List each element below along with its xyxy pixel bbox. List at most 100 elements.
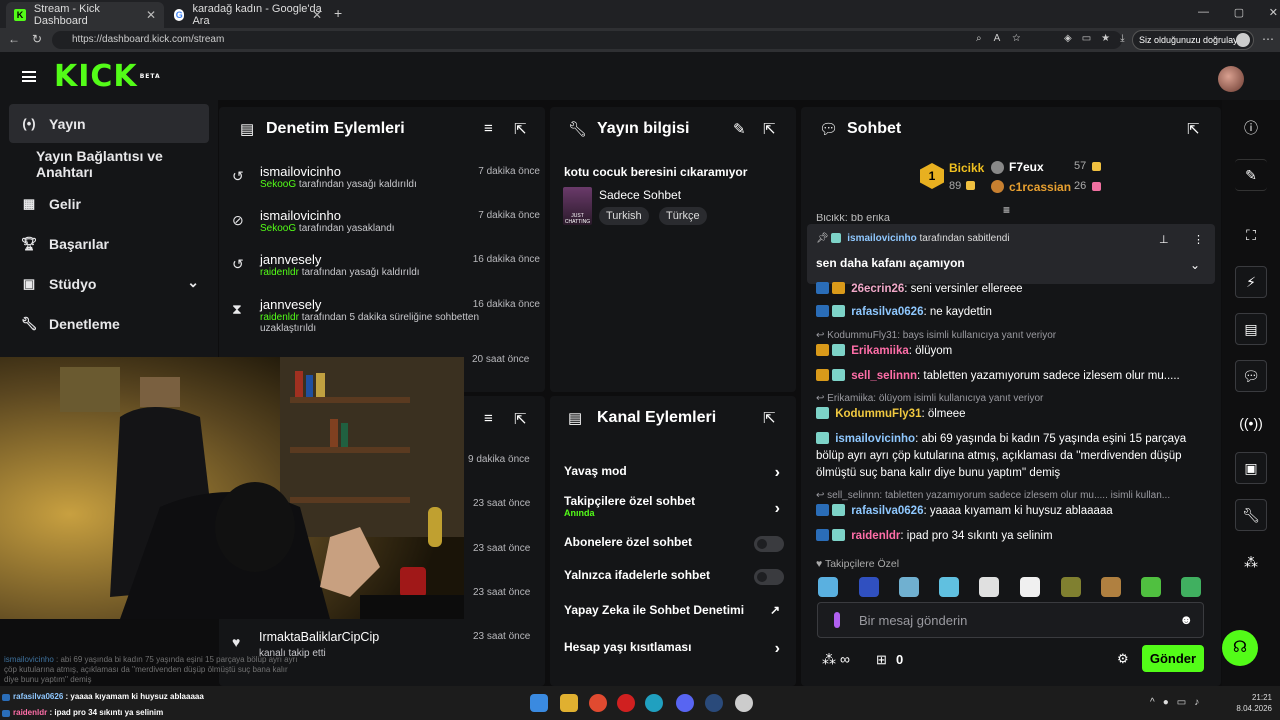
emote-icon[interactable] (818, 577, 838, 597)
pinned-by[interactable]: ismailovicinho (847, 233, 916, 244)
reload-icon[interactable]: ↻ (32, 32, 42, 46)
leader-name[interactable]: Bicikk (949, 161, 984, 175)
sidebar-item-gelir[interactable]: ▦ Gelir (9, 184, 209, 223)
split-screen-icon[interactable]: ▭ (1082, 33, 1101, 44)
mod-actor[interactable]: SekooG (260, 223, 296, 234)
emote-icon[interactable] (1101, 577, 1121, 597)
discord-icon[interactable] (676, 694, 694, 712)
expand-pinned-icon[interactable]: ⌄ (1190, 258, 1200, 272)
popout-icon[interactable]: ⇱ (763, 120, 776, 138)
chrome-icon[interactable] (589, 694, 607, 712)
unpin-icon[interactable]: ⊥ (1159, 233, 1169, 246)
more-apps-icon[interactable]: ⁂ (1235, 546, 1267, 578)
event-user[interactable]: IrmaktaBaliklarCipCip (259, 630, 379, 644)
emote-icon[interactable] (1141, 577, 1161, 597)
info-icon[interactable]: ⓘ (1235, 112, 1267, 144)
browser-tab-kick[interactable]: K Stream - Kick Dashboard ✕ (6, 2, 164, 28)
slow-mode-row[interactable]: Yavaş mod › (564, 464, 784, 484)
close-window-icon[interactable]: ✕ (1269, 6, 1278, 19)
sidebar-item-denetleme[interactable]: 🔧︎ Denetleme (9, 304, 209, 343)
gift-box-icon[interactable]: ⊞ (876, 652, 887, 668)
subscribers-only-toggle[interactable] (754, 536, 784, 552)
edit-pencil-icon[interactable]: ✎ (1235, 159, 1267, 191)
new-tab-icon[interactable]: + (334, 5, 342, 21)
sidebar-item-studyo[interactable]: ▣ Stüdyo ⌄ (9, 264, 209, 303)
chat-username[interactable]: rafasilva0626 (851, 306, 923, 318)
mod-actor[interactable]: raidenldr (260, 267, 299, 278)
emote-icon[interactable] (899, 577, 919, 597)
chat-username[interactable]: sell_selinnn (851, 370, 917, 382)
close-tab-icon[interactable]: ✕ (146, 8, 156, 22)
mod-actor[interactable]: raidenldr (260, 312, 299, 323)
emote-icon[interactable] (979, 577, 999, 597)
emotes-only-toggle[interactable] (754, 569, 784, 585)
kick-logo[interactable]: KICK BETA (54, 62, 161, 92)
edge-icon[interactable] (645, 694, 663, 712)
lightning-icon[interactable]: ⚡︎ (1235, 266, 1267, 298)
chat-bubble-icon[interactable]: 💬︎ (1235, 360, 1267, 392)
chat-username[interactable]: Erikamiika (851, 345, 909, 357)
maximize-icon[interactable]: ▢ (1234, 6, 1244, 19)
file-explorer-icon[interactable] (560, 694, 578, 712)
back-icon[interactable]: ← (8, 32, 20, 46)
network-icon[interactable]: ▭ (1177, 697, 1194, 708)
leader-name[interactable]: c1rcassian (1009, 180, 1071, 194)
broadcast-icon[interactable]: ((•)) (1235, 407, 1267, 439)
emote-icon[interactable] (1181, 577, 1201, 597)
zoom-icon[interactable]: ⌕ (976, 33, 994, 44)
tray-chevron-icon[interactable]: ^ (1150, 697, 1163, 708)
video-icon[interactable]: ▣ (1235, 452, 1267, 484)
popout-icon[interactable]: ⇱ (1187, 120, 1200, 138)
account-age-row[interactable]: Hesap yaşı kısıtlaması › (564, 640, 784, 660)
chat-username[interactable]: KodummuFly31 (835, 408, 921, 420)
wrench-icon[interactable]: 🔧︎ (1235, 499, 1267, 531)
chat-username[interactable]: 26ecrin26 (851, 283, 904, 295)
sidebar-item-basarilar[interactable]: 🏆︎ Başarılar (9, 224, 209, 263)
popout-icon[interactable]: ⇱ (514, 410, 527, 428)
followers-only-row[interactable]: Takipçilere özel sohbet Anında › (564, 494, 784, 522)
mod-actor[interactable]: SekooG (260, 179, 296, 190)
minimize-icon[interactable]: — (1198, 6, 1209, 19)
volume-icon[interactable]: ♪ (1194, 697, 1207, 708)
support-headset-icon[interactable]: ☊ (1222, 630, 1258, 666)
category-thumbnail[interactable]: JUST CHATTING (563, 187, 592, 225)
emote-icon[interactable] (859, 577, 879, 597)
favorites-icon[interactable]: ★ (1101, 33, 1120, 44)
chat-username[interactable]: raidenldr (851, 530, 900, 542)
fullscreen-icon[interactable]: ⛶ (1235, 219, 1267, 251)
favorite-icon[interactable]: ☆ (1012, 33, 1032, 44)
browser-tab-google[interactable]: G karadağ kadın - Google'da Ara ✕ (166, 2, 330, 28)
extension-icon[interactable]: ◈ (1064, 33, 1082, 44)
edit-pencil-icon[interactable]: ✎ (733, 120, 746, 138)
hamburger-menu-icon[interactable] (22, 71, 36, 82)
chat-input[interactable]: Bir mesaj gönderin ☻ (817, 602, 1204, 638)
mod-target-name[interactable]: jannvesely (260, 297, 480, 312)
notes-icon[interactable]: ▤ (1235, 313, 1267, 345)
close-tab-icon[interactable]: ✕ (312, 8, 322, 22)
pinned-more-icon[interactable]: ⋮ (1193, 233, 1204, 246)
leader-name[interactable]: F7eux (1009, 160, 1044, 174)
app-icon[interactable] (735, 694, 753, 712)
microphone-icon[interactable]: ● (1163, 697, 1177, 708)
ai-moderation-row[interactable]: Yapay Zeka ile Sohbet Denetimi ↗ (564, 603, 784, 623)
popout-icon[interactable]: ⇱ (514, 120, 527, 138)
user-avatar[interactable] (1218, 66, 1244, 92)
filter-icon[interactable]: ≡ (484, 120, 493, 137)
url-bar[interactable]: https://dashboard.kick.com/stream (52, 31, 1122, 49)
start-menu-icon[interactable] (530, 694, 548, 712)
send-button[interactable]: Gönder (1142, 645, 1204, 672)
opera-icon[interactable] (617, 694, 635, 712)
filter-icon[interactable]: ≡ (484, 410, 493, 427)
category-name[interactable]: Sadece Sohbet (599, 188, 681, 202)
read-aloud-icon[interactable]: A (994, 33, 1013, 44)
emote-icon[interactable] (1061, 577, 1081, 597)
sidebar-item-yayin[interactable]: (•) Yayın (9, 104, 209, 143)
verify-identity-button[interactable]: Siz olduğunuzu doğrulayın (1132, 30, 1254, 50)
emote-icon[interactable] (939, 577, 959, 597)
chat-username[interactable]: rafasilva0626 (851, 505, 923, 517)
emoji-picker-icon[interactable]: ☻ (1179, 612, 1193, 627)
clock[interactable]: 21:21 8.04.2026 (1230, 692, 1272, 714)
steam-icon[interactable] (705, 694, 723, 712)
chat-username[interactable]: ismailovicinho (835, 433, 915, 445)
emote-icon[interactable] (1020, 577, 1040, 597)
